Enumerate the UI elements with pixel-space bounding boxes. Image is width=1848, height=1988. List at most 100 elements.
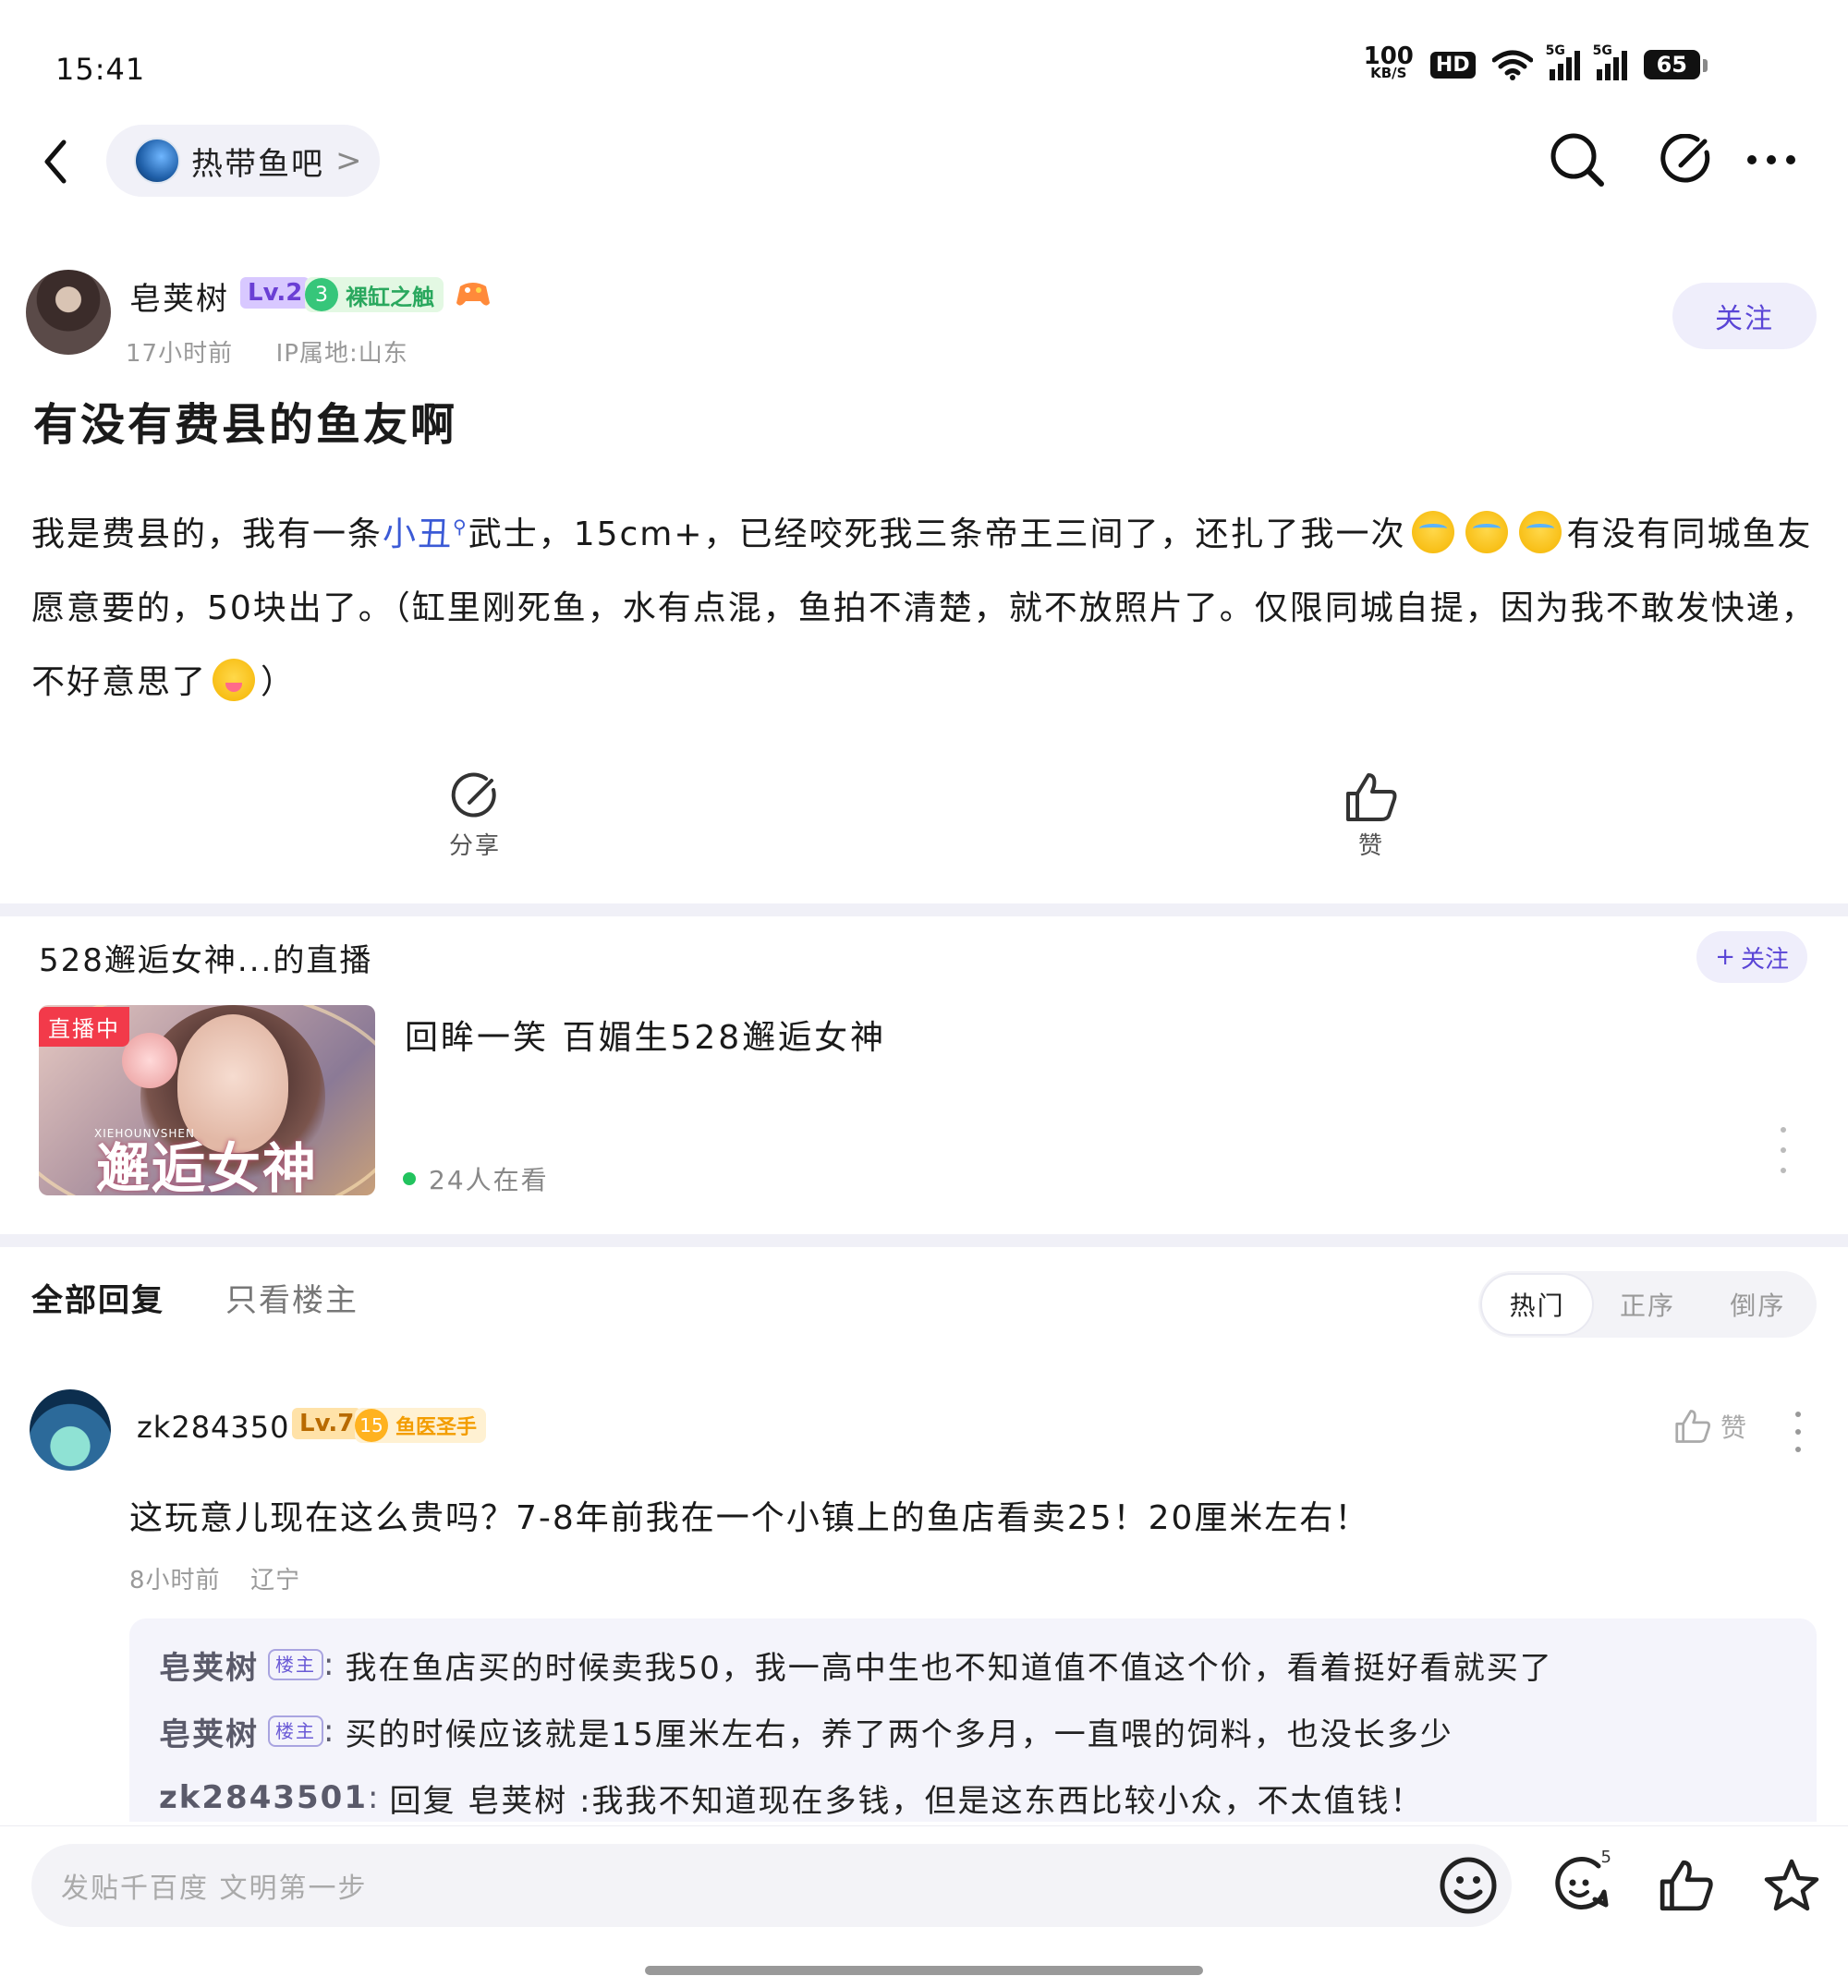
comment-text: 这玩意儿现在这么贵吗？7-8年前我在一个小镇上的鱼店看卖25！20厘米左右！	[129, 1499, 1370, 1537]
comment-like-label: 赞	[1720, 1412, 1746, 1443]
commenter-avatar[interactable]	[30, 1389, 111, 1471]
sort-toggle: 热门 正序 倒序	[1478, 1271, 1817, 1338]
more-icon	[1747, 155, 1795, 164]
live-more-button[interactable]	[1774, 1127, 1793, 1173]
thumbs-up-icon	[1346, 773, 1397, 821]
net-speed: 100 KB/S	[1363, 42, 1414, 81]
search-button[interactable]	[1545, 127, 1610, 192]
commenter-name[interactable]: zk2843501	[137, 1410, 310, 1445]
reply-input[interactable]: 发贴千百度 文明第一步	[31, 1844, 1512, 1927]
post-meta: 17小时前 IP属地:山东	[126, 334, 408, 369]
wifi-icon	[1491, 50, 1533, 80]
home-indicator[interactable]	[645, 1966, 1203, 1975]
live-title[interactable]: 回眸一笑 百媚生528邂逅女神	[405, 1011, 886, 1059]
yum-emoji-icon	[213, 659, 256, 701]
comment-meta: 8小时前 辽宁	[129, 1561, 300, 1595]
sub-reply-author[interactable]: 皂荚树	[159, 1643, 259, 1688]
live-viewers-count: 24人在看	[429, 1165, 549, 1195]
commenter-title-level: 15	[355, 1409, 388, 1442]
comment-location: 辽宁	[250, 1567, 301, 1594]
live-dot-icon	[403, 1172, 416, 1185]
forum-avatar	[134, 138, 180, 184]
status-time: 15:41	[55, 52, 146, 87]
forum-name: 热带鱼吧	[191, 145, 324, 183]
status-icons: 100 KB/S HD 5G 5G 65	[1363, 42, 1708, 81]
signal-icon: 5G	[1546, 43, 1580, 80]
crying-emoji-icon	[1465, 511, 1508, 553]
more-button[interactable]	[1739, 127, 1804, 192]
post-title: 有没有费县的鱼友啊	[33, 399, 458, 451]
share-header-button[interactable]	[1654, 127, 1719, 192]
emoji-icon[interactable]	[1438, 1855, 1499, 1916]
ip-location: IP属地:山东	[275, 340, 408, 368]
live-viewers: 24人在看	[403, 1160, 549, 1197]
sort-ascending[interactable]: 正序	[1592, 1275, 1702, 1334]
thumbs-up-icon	[1675, 1410, 1710, 1443]
search-icon	[1550, 133, 1604, 187]
title-badge: 3 裸缸之触	[305, 277, 444, 312]
crying-emoji-icon	[1411, 511, 1454, 553]
follow-button[interactable]: 关注	[1672, 283, 1817, 349]
back-button[interactable]	[37, 134, 74, 189]
commenter-title-name: 鱼医圣手	[395, 1416, 478, 1439]
commenter-level-badge: Lv.7	[292, 1408, 362, 1439]
hd-icon: HD	[1429, 51, 1476, 79]
share-icon	[1660, 134, 1710, 183]
author-avatar[interactable]	[26, 270, 111, 355]
tab-op-only[interactable]: 只看楼主	[225, 1275, 359, 1320]
crying-emoji-icon	[1518, 511, 1562, 553]
net-speed-value: 100	[1363, 42, 1414, 70]
bottom-like-button[interactable]	[1654, 1853, 1719, 1918]
sub-reply[interactable]: zk2843501 : 回复 皂荚树 :我我不知道现在多钱，但是这东西比较小众，…	[159, 1764, 1787, 1822]
favorite-button[interactable]	[1759, 1853, 1824, 1918]
share-label: 分享	[448, 832, 501, 860]
divider	[0, 903, 1848, 916]
comment-like-button[interactable]: 赞	[1674, 1408, 1746, 1445]
net-speed-unit: KB/S	[1370, 65, 1407, 81]
sort-hot[interactable]: 热门	[1482, 1275, 1593, 1334]
post-body: 我是费县的，我有一条小丑⚲武士，15cm+，已经咬死我三条帝王三间了，还扎了我一…	[31, 490, 1824, 720]
like-label: 赞	[1357, 832, 1384, 860]
live-header[interactable]: 528邂逅女神...的直播	[39, 935, 372, 980]
chevron-right-icon: >	[335, 142, 362, 179]
gamepad-icon	[456, 283, 490, 306]
signal-icon: 5G	[1593, 43, 1627, 80]
sub-reply-author[interactable]: zk2843501	[159, 1779, 368, 1816]
author-name[interactable]: 皂荚树	[129, 273, 229, 319]
share-icon	[451, 772, 496, 818]
keyword-link[interactable]: 小丑	[383, 515, 453, 553]
op-tag: 楼主	[268, 1715, 323, 1747]
star-icon	[1764, 1859, 1819, 1911]
share-button[interactable]: 分享	[419, 771, 530, 861]
divider	[0, 1234, 1848, 1247]
reply-count: 5	[1600, 1848, 1611, 1867]
comment-time: 8小时前	[129, 1567, 221, 1594]
plus-icon: +	[1715, 943, 1735, 971]
post-time: 17小时前	[126, 340, 234, 368]
sub-reply[interactable]: 皂荚树 楼主 : 买的时候应该就是15厘米左右，养了两个多月，一直喂的饲料，也没…	[159, 1698, 1787, 1764]
sub-reply-text: 买的时候应该就是15厘米左右，养了两个多月，一直喂的饲料，也没长多少	[345, 1715, 1453, 1753]
title-badge-level: 3	[305, 278, 338, 311]
reply-count-button[interactable]: 5	[1549, 1848, 1613, 1918]
forum-link[interactable]: 热带鱼吧 >	[106, 125, 380, 197]
commenter-title-badge: 15 鱼医圣手	[355, 1408, 487, 1443]
sub-reply-author[interactable]: 皂荚树	[159, 1709, 259, 1754]
battery-icon: 65	[1643, 50, 1708, 79]
sub-reply-text: 回复 皂荚树 :我我不知道现在多钱，但是这东西比较小众，不太值钱！	[389, 1782, 1424, 1820]
like-button[interactable]: 赞	[1316, 771, 1427, 861]
comment-more-button[interactable]	[1789, 1412, 1807, 1452]
title-badge-name: 裸缸之触	[346, 284, 434, 310]
live-follow-button[interactable]: + 关注	[1696, 931, 1807, 983]
level-badge: Lv.2	[240, 277, 310, 309]
sort-descending[interactable]: 倒序	[1703, 1275, 1813, 1334]
thumbs-up-icon	[1660, 1860, 1713, 1911]
live-follow-label: 关注	[1740, 945, 1789, 974]
sub-reply[interactable]: 皂荚树 楼主 : 我在鱼店买的时候卖我50，我一高中生也不知道值不值这个价，看着…	[159, 1631, 1787, 1698]
sub-replies[interactable]: 皂荚树 楼主 : 我在鱼店买的时候卖我50，我一高中生也不知道值不值这个价，看着…	[129, 1618, 1817, 1822]
op-tag: 楼主	[268, 1649, 323, 1680]
tab-all-replies[interactable]: 全部回复	[31, 1275, 164, 1320]
live-badge: 直播中	[39, 1007, 129, 1047]
search-mini-icon: ⚲	[453, 515, 468, 538]
chevron-left-icon	[44, 139, 67, 184]
sub-reply-text: 我在鱼店买的时候卖我50，我一高中生也不知道值不值这个价，看着挺好看就买了	[345, 1649, 1553, 1687]
